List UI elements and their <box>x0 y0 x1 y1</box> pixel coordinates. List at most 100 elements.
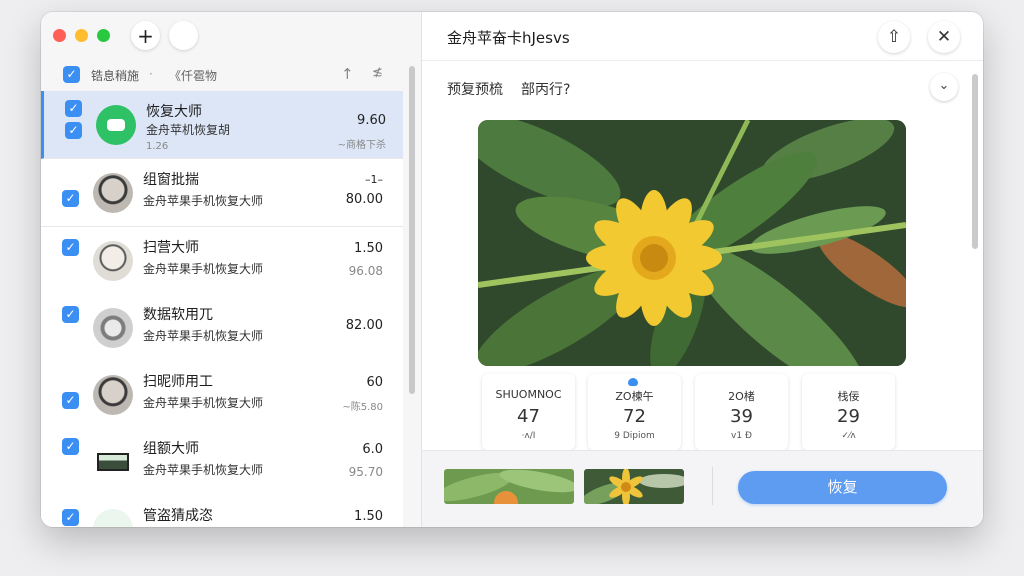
stat-card[interactable]: 2O楮 39 v1 Ð <box>695 374 788 450</box>
preview-hint[interactable]: 部丙行? <box>521 82 570 98</box>
row-extra: 1.26 <box>146 141 169 152</box>
detail-scrollbar[interactable] <box>972 74 978 249</box>
row-title: 管盗猜成恣 <box>143 508 213 524</box>
add-button[interactable]: + <box>131 21 160 50</box>
preview-label: 预复预梳 <box>447 82 503 98</box>
row-meta: –1– <box>365 173 383 186</box>
thumbnail-2[interactable] <box>584 469 684 504</box>
action-bar: 恢复 <box>422 450 983 527</box>
upload-icon: ⇧ <box>886 27 902 47</box>
stat-label: 2O楮 <box>728 390 755 403</box>
collapse-button[interactable]: ⌄ <box>930 73 958 101</box>
list-item[interactable]: ✓ ✓ 恢复大师 金舟苹机恢复胡 1.26 9.60 ~商格下杀 <box>41 91 403 159</box>
row-secondary-checkbox[interactable]: ✓ <box>65 122 82 139</box>
row-meta: 95.70 <box>348 465 383 479</box>
stat-unit: v1 Ð <box>731 431 752 441</box>
select-all-label[interactable]: 锆息稍施 <box>91 67 139 84</box>
toolbar-blank-button[interactable] <box>169 21 198 50</box>
row-subtitle: 金舟苹果手机恢复大师 <box>143 262 264 276</box>
row-checkbox[interactable]: ✓ <box>65 100 82 117</box>
row-meta: ~商格下杀 <box>337 140 386 151</box>
thumbnail-1[interactable] <box>444 469 574 504</box>
row-title: 组额大师 <box>143 441 199 457</box>
list-item[interactable]: ✓ 组窗批揣 金舟苹果手机恢复大师 80.00 –1– <box>41 159 403 227</box>
avatar <box>93 241 133 281</box>
close-detail-button[interactable]: ✕ <box>928 21 960 53</box>
row-checkbox[interactable]: ✓ <box>62 306 79 323</box>
stat-unit: 9 Dipiom <box>614 431 655 441</box>
list-item[interactable]: ✓ 数据软用兀 金舟苹果手机恢复大师 82.00 <box>41 294 403 362</box>
row-subtitle: 金舟苹机恢复胡 <box>146 123 231 137</box>
preview-subheader: 预复预梳 部丙行? <box>447 79 570 99</box>
stat-card[interactable]: ZO楝午 72 9 Dipiom <box>588 374 681 450</box>
row-title: 扫营大师 <box>143 240 199 256</box>
row-value: 1.50 <box>354 509 383 524</box>
row-checkbox[interactable]: ✓ <box>62 190 79 207</box>
stat-label: SHUOMNOC <box>495 388 562 401</box>
row-subtitle: 金舟苹果手机恢复大师 <box>143 194 264 208</box>
row-title: 恢复大师 <box>146 104 202 120</box>
archive-box-icon <box>93 308 133 348</box>
sidebar: + ✓ 锆息稍施 · 《仟雹物 ↑ ≴ ✓ ✓ 恢复大师 金舟苹机恢复胡 1.2… <box>41 12 422 527</box>
message-list: ✓ ✓ 恢复大师 金舟苹机恢复胡 1.26 9.60 ~商格下杀 ✓ 组窗批揣 … <box>41 91 403 527</box>
row-checkbox[interactable]: ✓ <box>62 239 79 256</box>
stat-card[interactable]: SHUOMNOC 47 ·ʌ/I <box>482 374 575 450</box>
filter-clear-icon[interactable]: ≴ <box>372 65 383 80</box>
list-item[interactable]: ✓ 扫营大师 金舟苹果手机恢复大师 1.50 96.08 <box>41 227 403 295</box>
filter-separator: · <box>149 67 153 81</box>
row-checkbox[interactable]: ✓ <box>62 509 79 526</box>
sort-up-icon[interactable]: ↑ <box>341 65 354 83</box>
row-checkbox[interactable]: ✓ <box>62 438 79 455</box>
zoom-window-button[interactable] <box>97 29 110 42</box>
row-meta: ~陈5.80 <box>342 402 383 413</box>
stat-card[interactable]: 栈佞 29 ✓⁄ᴧ <box>802 374 895 450</box>
detail-header: 金舟苹奋卡hJesvs ⇧ ✕ <box>422 12 983 61</box>
stat-label: ZO楝午 <box>615 390 654 403</box>
close-icon: ✕ <box>936 27 952 47</box>
stat-unit: ·ʌ/I <box>521 431 536 441</box>
flower-photo <box>478 120 906 366</box>
indicator-dot-icon <box>628 378 638 386</box>
row-title: 组窗批揣 <box>143 172 199 188</box>
restore-button[interactable]: 恢复 <box>738 471 947 504</box>
list-item[interactable]: ✓ 扫昵师用工 金舟苹果手机恢复大师 60 ~陈5.80 <box>41 361 403 429</box>
app-window: + ✓ 锆息稍施 · 《仟雹物 ↑ ≴ ✓ ✓ 恢复大师 金舟苹机恢复胡 1.2… <box>41 12 983 527</box>
row-subtitle: 金舟苹果手机恢复大师 <box>143 463 264 477</box>
detail-pane: 金舟苹奋卡hJesvs ⇧ ✕ 预复预梳 部丙行? ⌄ SHUOMNOC 47 … <box>422 12 983 527</box>
app-icon <box>93 509 133 527</box>
avatar <box>93 173 133 213</box>
stat-value: 72 <box>623 406 646 427</box>
row-value: 6.0 <box>362 442 383 457</box>
minimize-window-button[interactable] <box>75 29 88 42</box>
row-subtitle: 金舟苹果手机恢复大师 <box>143 396 264 410</box>
row-value: 80.00 <box>345 192 383 207</box>
list-item[interactable]: ✓ 管盗猜成恣 1.50 <box>41 495 403 527</box>
stat-unit: ✓⁄ᴧ <box>841 431 856 441</box>
row-value: 60 <box>366 375 383 390</box>
window-controls <box>53 29 110 42</box>
tv-app-icon <box>93 442 133 482</box>
export-button[interactable]: ⇧ <box>878 21 910 53</box>
detail-title: 金舟苹奋卡hJesvs <box>447 29 570 47</box>
stat-value: 29 <box>837 406 860 427</box>
stat-value: 47 <box>517 406 540 427</box>
row-title: 数据软用兀 <box>143 307 213 323</box>
row-title: 扫昵师用工 <box>143 374 213 390</box>
stats-panel: SHUOMNOC 47 ·ʌ/I ZO楝午 72 9 Dipiom 2O楮 39… <box>482 370 902 450</box>
list-item[interactable]: ✓ 组额大师 金舟苹果手机恢复大师 6.0 95.70 <box>41 428 403 496</box>
action-divider <box>712 467 713 505</box>
sort-label[interactable]: 《仟雹物 <box>169 67 217 84</box>
sidebar-scrollbar[interactable] <box>409 66 415 394</box>
row-value: 1.50 <box>354 241 383 256</box>
messages-app-icon <box>96 105 136 145</box>
avatar <box>93 375 133 415</box>
row-value: 9.60 <box>357 113 386 128</box>
close-window-button[interactable] <box>53 29 66 42</box>
filter-bar: ✓ 锆息稍施 · 《仟雹物 ↑ ≴ <box>41 62 403 88</box>
plus-icon: + <box>137 23 154 48</box>
row-value: 82.00 <box>345 318 383 333</box>
row-subtitle: 金舟苹果手机恢复大师 <box>143 329 264 343</box>
stat-label: 栈佞 <box>837 390 860 403</box>
row-checkbox[interactable]: ✓ <box>62 392 79 409</box>
select-all-checkbox[interactable]: ✓ <box>63 66 80 83</box>
